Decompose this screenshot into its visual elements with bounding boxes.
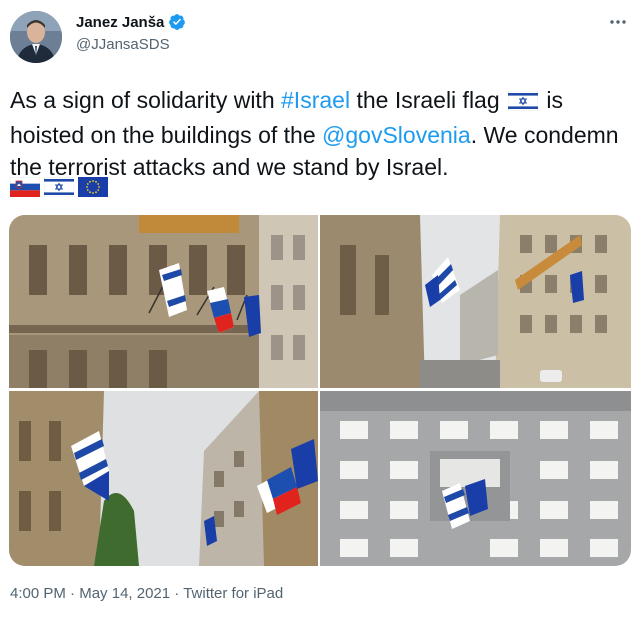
israel-flag-icon <box>43 176 75 202</box>
author-display-name[interactable]: Janez Janša <box>76 14 164 31</box>
tweet: Janez Janša @JJansaSDS As a sign of soli… <box>0 0 644 617</box>
media-grid <box>9 215 631 566</box>
author-info: Janez Janša @JJansaSDS <box>76 13 186 53</box>
more-options-icon[interactable] <box>606 10 630 34</box>
slovenia-flag-icon <box>9 176 41 202</box>
photo-looking-up-flags[interactable] <box>9 391 318 566</box>
tweet-text-segment: the Israeli flag <box>350 87 507 113</box>
author-handle[interactable]: @JJansaSDS <box>76 36 186 53</box>
tweet-source[interactable]: Twitter for iPad <box>183 585 283 602</box>
hashtag-link[interactable]: #Israel <box>281 87 350 113</box>
meta-separator: · <box>170 585 184 602</box>
israel-flag-icon <box>507 87 539 119</box>
photo-building-facade-flags[interactable] <box>9 215 318 388</box>
photo-office-building-flags[interactable] <box>320 391 631 566</box>
tweet-metadata: 4:00 PM · May 14, 2021 · Twitter for iPa… <box>10 585 283 602</box>
mention-link[interactable]: @govSlovenia <box>322 122 471 148</box>
tweet-text: As a sign of solidarity with #Israel the… <box>10 84 635 183</box>
photo-street-view-flags[interactable] <box>320 215 631 388</box>
profile-avatar[interactable] <box>10 11 62 63</box>
emoji-flags <box>9 176 108 202</box>
tweet-text-segment: As a sign of solidarity with <box>10 87 282 113</box>
tweet-date[interactable]: May 14, 2021 <box>79 585 170 602</box>
tweet-time[interactable]: 4:00 PM <box>10 585 66 602</box>
meta-separator: · <box>65 585 80 602</box>
verified-badge-icon <box>168 13 186 31</box>
eu-flag-icon <box>78 177 108 202</box>
